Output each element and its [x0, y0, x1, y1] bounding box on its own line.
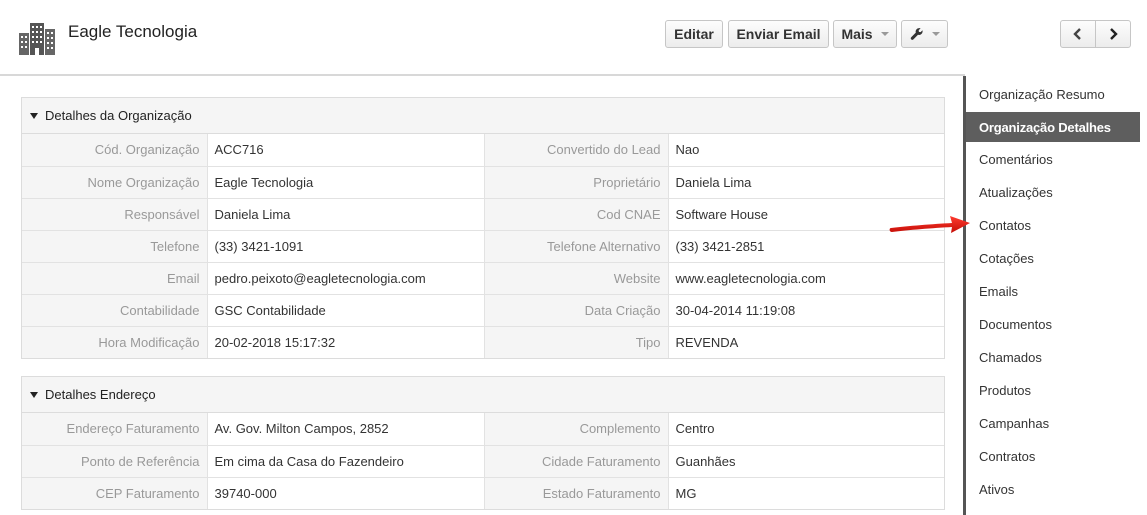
sidebar-item-ativos[interactable]: Ativos	[966, 474, 1140, 504]
more-dropdown-button[interactable]: Mais	[833, 20, 897, 48]
sidebar-item-comentarios[interactable]: Comentários	[966, 144, 1140, 174]
table-row: Endereço Faturamento Av. Gov. Milton Cam…	[22, 413, 944, 446]
table-row: CEP Faturamento 39740-000 Estado Faturam…	[22, 477, 944, 509]
field-label: Email	[22, 262, 208, 295]
field-label: Complemento	[484, 413, 669, 446]
collapse-triangle-icon	[30, 112, 38, 119]
field-value[interactable]: Em cima da Casa do Fazendeiro	[207, 445, 485, 478]
page-header: Eagle Tecnologia Editar Enviar Email Mai…	[0, 0, 1147, 75]
sidebar-item-emails[interactable]: Emails	[966, 276, 1140, 306]
field-label: Cidade Faturamento	[484, 445, 669, 478]
header-divider	[0, 74, 965, 76]
related-sidebar: Organização Resumo Organização Detalhes …	[963, 76, 1147, 515]
sidebar-item-contratos[interactable]: Contratos	[966, 441, 1140, 471]
org-details-table: Cód. Organização ACC716 Convertido do Le…	[22, 134, 944, 358]
edit-button[interactable]: Editar	[665, 20, 723, 48]
building-icon	[19, 23, 55, 55]
red-arrow-icon	[889, 216, 970, 233]
field-value[interactable]: Av. Gov. Milton Campos, 2852	[207, 413, 485, 446]
more-label: Mais	[841, 26, 873, 42]
field-label: Estado Faturamento	[484, 477, 669, 509]
field-label: Hora Modificação	[22, 326, 208, 358]
field-label: Tipo	[484, 326, 669, 358]
sidebar-item-cotacoes[interactable]: Cotações	[966, 243, 1140, 273]
field-label: Nome Organização	[22, 166, 208, 199]
caret-down-icon	[880, 32, 889, 36]
chevron-right-icon	[1110, 28, 1118, 40]
field-label: CEP Faturamento	[22, 477, 208, 509]
field-label: Telefone	[22, 230, 208, 263]
field-value[interactable]: Centro	[668, 413, 944, 446]
org-details-panel: Detalhes da Organização Cód. Organização…	[21, 97, 945, 359]
org-details-header[interactable]: Detalhes da Organização	[22, 98, 944, 134]
chevron-left-icon	[1073, 28, 1081, 40]
field-label: Ponto de Referência	[22, 445, 208, 478]
field-label: Cod CNAE	[484, 198, 669, 231]
field-label: Endereço Faturamento	[22, 413, 208, 446]
address-details-table: Endereço Faturamento Av. Gov. Milton Cam…	[22, 413, 944, 509]
next-record-button[interactable]	[1095, 20, 1131, 48]
field-label: Website	[484, 262, 669, 295]
collapse-triangle-icon	[30, 391, 38, 398]
table-row: Hora Modificação 20-02-2018 15:17:32 Tip…	[22, 326, 944, 358]
field-value[interactable]: (33) 3421-1091	[207, 230, 485, 263]
sidebar-item-chamados[interactable]: Chamados	[966, 342, 1140, 372]
sidebar-item-documentos[interactable]: Documentos	[966, 309, 1140, 339]
address-details-title: Detalhes Endereço	[45, 387, 156, 402]
table-row: Telefone (33) 3421-1091 Telefone Alterna…	[22, 230, 944, 263]
previous-record-button[interactable]	[1060, 20, 1096, 48]
field-value[interactable]: 30-04-2014 11:19:08	[668, 294, 944, 327]
field-value[interactable]: ACC716	[207, 134, 485, 167]
field-value[interactable]: www.eagletecnologia.com	[668, 262, 944, 295]
field-value[interactable]: Guanhães	[668, 445, 944, 478]
address-details-panel: Detalhes Endereço Endereço Faturamento A…	[21, 376, 945, 510]
field-value[interactable]: Nao	[668, 134, 944, 167]
field-value[interactable]: 20-02-2018 15:17:32	[207, 326, 485, 358]
tools-dropdown-button[interactable]	[901, 20, 948, 48]
caret-down-icon	[931, 32, 940, 36]
table-row: Cód. Organização ACC716 Convertido do Le…	[22, 134, 944, 167]
wrench-icon	[910, 28, 923, 40]
address-details-header[interactable]: Detalhes Endereço	[22, 377, 944, 413]
sidebar-item-campanhas[interactable]: Campanhas	[966, 408, 1140, 438]
org-details-title: Detalhes da Organização	[45, 108, 192, 123]
table-row: Contabilidade GSC Contabilidade Data Cri…	[22, 294, 944, 327]
field-label: Contabilidade	[22, 294, 208, 327]
field-value[interactable]: 39740-000	[207, 477, 485, 509]
field-label: Convertido do Lead	[484, 134, 669, 167]
sidebar-item-atualizacoes[interactable]: Atualizações	[966, 177, 1140, 207]
table-row: Responsável Daniela Lima Cod CNAE Softwa…	[22, 198, 944, 231]
field-value[interactable]: MG	[668, 477, 944, 509]
field-value[interactable]: REVENDA	[668, 326, 944, 358]
field-value[interactable]: GSC Contabilidade	[207, 294, 485, 327]
table-row: Nome Organização Eagle Tecnologia Propri…	[22, 166, 944, 199]
table-row: Ponto de Referência Em cima da Casa do F…	[22, 445, 944, 478]
field-value[interactable]: pedro.peixoto@eagletecnologia.com	[207, 262, 485, 295]
table-row: Email pedro.peixoto@eagletecnologia.com …	[22, 262, 944, 295]
field-label: Responsável	[22, 198, 208, 231]
sidebar-item-contatos[interactable]: Contatos	[966, 210, 1140, 240]
field-value[interactable]: Daniela Lima	[207, 198, 485, 231]
sidebar-item-produtos[interactable]: Produtos	[966, 375, 1140, 405]
sidebar-item-organizacao-resumo[interactable]: Organização Resumo	[966, 79, 1140, 109]
page-title: Eagle Tecnologia	[68, 22, 198, 41]
field-label: Data Criação	[484, 294, 669, 327]
field-value[interactable]: Eagle Tecnologia	[207, 166, 485, 199]
send-email-button[interactable]: Enviar Email	[728, 20, 829, 48]
field-label: Cód. Organização	[22, 134, 208, 167]
field-label: Telefone Alternativo	[484, 230, 669, 263]
field-label: Proprietário	[484, 166, 669, 199]
sidebar-item-organizacao-detalhes[interactable]: Organização Detalhes	[966, 112, 1140, 142]
field-value[interactable]: Daniela Lima	[668, 166, 944, 199]
